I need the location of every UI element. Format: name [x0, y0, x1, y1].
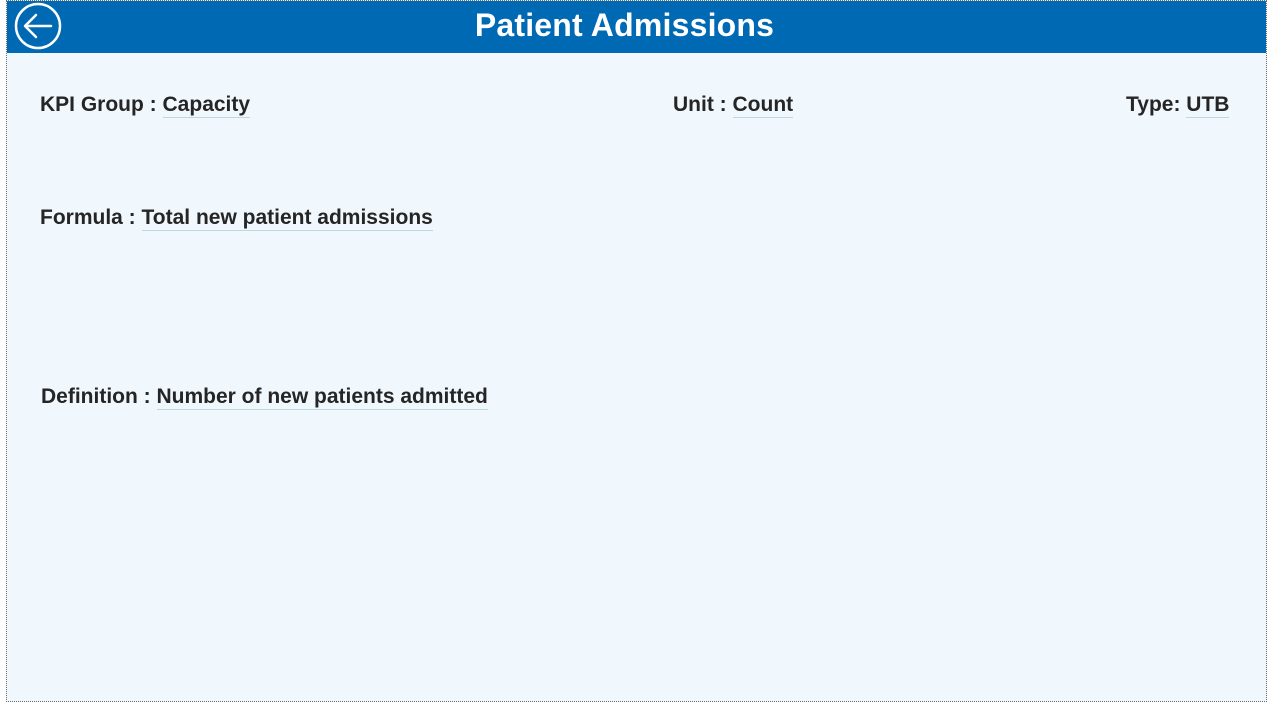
- unit-value: Count: [732, 93, 794, 118]
- kpi-group-field: KPI Group : Capacity: [40, 93, 251, 118]
- kpi-group-label: KPI Group :: [40, 93, 157, 116]
- unit-label: Unit :: [673, 93, 727, 116]
- back-button[interactable]: [14, 2, 62, 50]
- type-label: Type:: [1126, 93, 1181, 116]
- unit-field: Unit : Count: [673, 93, 794, 118]
- kpi-group-value: Capacity: [162, 93, 251, 118]
- page-title: Patient Admissions: [474, 7, 775, 43]
- formula-label: Formula :: [40, 206, 136, 229]
- definition-field: Definition : Number of new patients admi…: [41, 385, 488, 410]
- arrow-left-circle-icon: [14, 2, 62, 50]
- kpi-definition-panel: Patient Admissions KPI Group : Capacity …: [6, 0, 1267, 702]
- header-bar: Patient Admissions: [7, 1, 1266, 53]
- type-field: Type: UTB: [1126, 93, 1230, 118]
- formula-value: Total new patient admissions: [141, 206, 433, 231]
- definition-value: Number of new patients admitted: [156, 385, 488, 410]
- formula-field: Formula : Total new patient admissions: [40, 206, 433, 231]
- definition-label: Definition :: [41, 385, 151, 408]
- type-value: UTB: [1186, 93, 1230, 118]
